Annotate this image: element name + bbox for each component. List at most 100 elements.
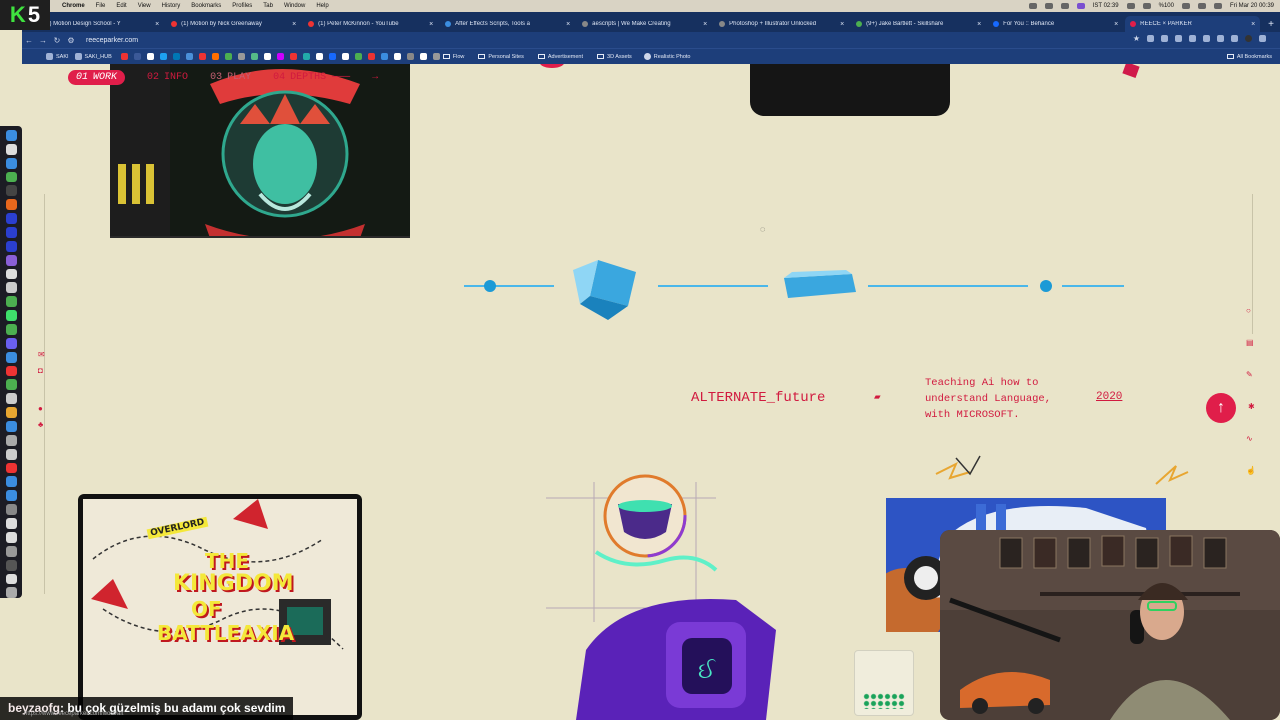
dropbox-icon[interactable]	[1060, 3, 1069, 9]
dock-app-icon[interactable]	[5, 531, 17, 543]
pencil-icon[interactable]: ✎	[1246, 370, 1253, 379]
sidebar-icon[interactable]	[1231, 35, 1238, 42]
dock-app-icon[interactable]	[5, 476, 17, 488]
bookmark-favicon-icon[interactable]	[354, 53, 362, 60]
control-center-icon[interactable]	[1213, 3, 1222, 9]
circle-outline-icon[interactable]: ○	[1246, 306, 1251, 315]
menu-profiles[interactable]: Profiles	[232, 3, 252, 9]
dock-app-icon[interactable]	[5, 337, 17, 349]
forward-icon[interactable]: →	[36, 36, 50, 45]
browser-tab[interactable]: After Effects Scripts, Tools a ×	[440, 16, 575, 32]
tab-close-icon[interactable]: ×	[1114, 21, 1118, 28]
back-icon[interactable]: ←	[22, 36, 36, 45]
dock-app-icon[interactable]	[5, 171, 17, 183]
menu-file[interactable]: File	[96, 3, 106, 9]
bookmark-favicon-icon[interactable]	[237, 53, 245, 60]
tab-close-icon[interactable]: ×	[292, 21, 296, 28]
pin-icon[interactable]: ●	[38, 404, 43, 413]
bookmark-favicon-icon[interactable]	[146, 53, 154, 60]
display-icon[interactable]	[1076, 3, 1085, 9]
url-field[interactable]: reeceparker.com	[86, 37, 138, 44]
bookmark-folder-3d-assets[interactable]: 3D Assets	[597, 54, 632, 60]
bookmark-favicon-icon[interactable]	[172, 53, 180, 60]
scroll-up-button[interactable]: ↑	[1206, 393, 1236, 423]
bookmark-favicon-icon[interactable]	[302, 53, 310, 60]
tab-close-icon[interactable]: ×	[566, 21, 570, 28]
bookmark-saki-hub[interactable]: SAKI_HUB	[74, 53, 112, 60]
menu-window[interactable]: Window	[284, 3, 305, 9]
mushroom-icon[interactable]: ♣	[38, 420, 43, 429]
dock-app-icon[interactable]	[5, 268, 17, 280]
profile-avatar[interactable]	[1245, 35, 1252, 42]
search-icon[interactable]	[1197, 3, 1206, 9]
tab-close-icon[interactable]: ×	[840, 21, 844, 28]
bookmark-favicon-icon[interactable]	[328, 53, 336, 60]
dock-app-icon[interactable]	[5, 324, 17, 335]
nav-info[interactable]: 02 INFO	[147, 72, 188, 83]
cup-and-tv-artwork[interactable]: ઈ	[546, 462, 786, 720]
dock-app-icon[interactable]	[5, 434, 17, 446]
film-icon[interactable]: ▤	[1246, 338, 1254, 347]
menu-view[interactable]: View	[138, 3, 151, 9]
bookmark-folder-flow[interactable]: Flow	[442, 54, 464, 60]
dock-app-icon[interactable]	[5, 157, 17, 169]
bookmark-favicon-icon[interactable]	[185, 53, 193, 60]
nav-arrow-icon[interactable]: →	[372, 72, 378, 83]
project-year[interactable]: 2020	[1096, 391, 1122, 403]
browser-tab[interactable]: REECE × PARKER ×	[1125, 16, 1261, 32]
menu-tab[interactable]: Tab	[263, 3, 273, 9]
dock-app-icon[interactable]	[5, 213, 17, 225]
dock-app-icon[interactable]	[5, 573, 17, 585]
dock-app-icon[interactable]	[5, 448, 17, 460]
extension-icon-4[interactable]	[1189, 35, 1196, 42]
bookmark-favicon-icon[interactable]	[159, 53, 167, 60]
volume-icon[interactable]	[1142, 3, 1151, 9]
bookmark-favicon-icon[interactable]	[367, 53, 375, 60]
reload-icon[interactable]: ↻	[50, 36, 64, 45]
browser-tab[interactable]: Photoshop + Illustrator Unlocked ×	[714, 16, 849, 32]
dock-app-icon[interactable]	[5, 407, 17, 419]
bookmark-favicon-icon[interactable]	[224, 53, 232, 60]
browser-tab[interactable]: For You :: Behance ×	[988, 16, 1123, 32]
menu-bookmarks[interactable]: Bookmarks	[191, 3, 221, 9]
browser-tab[interactable]: aescripts | We Make Creating ×	[577, 16, 712, 32]
nav-work[interactable]: 01 WORK	[68, 70, 126, 85]
bookmark-favicon-icon[interactable]	[133, 53, 141, 60]
bookmark-favicon-icon[interactable]	[289, 53, 297, 60]
dock-app-icon[interactable]	[5, 504, 17, 516]
site-info-icon[interactable]: ⚙	[64, 36, 78, 45]
tab-close-icon[interactable]: ×	[155, 21, 159, 28]
bookmark-folder-personal-sites[interactable]: Personal Sites	[478, 54, 524, 60]
bookmark-folder-advertisement[interactable]: Advertisement	[537, 54, 583, 60]
download-icon[interactable]	[1217, 35, 1224, 42]
dock-app-icon[interactable]	[5, 379, 17, 391]
bookmark-favicon-icon[interactable]	[276, 53, 284, 60]
dock-app-icon[interactable]	[5, 462, 17, 474]
bookmark-favicon-icon[interactable]	[406, 53, 414, 60]
menu-help[interactable]: Help	[316, 3, 328, 9]
dock-app-icon[interactable]	[5, 310, 17, 322]
dock-app-icon[interactable]	[5, 559, 17, 571]
bookmark-saki[interactable]: SAKI	[46, 53, 69, 60]
instagram-icon[interactable]: ◘	[38, 366, 43, 375]
nav-play[interactable]: 03 PLAY	[210, 72, 251, 83]
bookmark-favicon-icon[interactable]	[393, 53, 401, 60]
bookmark-favicon-icon[interactable]	[432, 53, 440, 60]
new-tab-button[interactable]: +	[1262, 19, 1280, 32]
laptop-mockup[interactable]: OVERLORD THE KINGDOM OF BATTLEAXIA	[78, 494, 362, 720]
dock-app-icon[interactable]	[5, 518, 17, 529]
all-bookmarks[interactable]: All Bookmarks	[1226, 54, 1272, 60]
browser-tab[interactable]: (1) Motion by Nick Greenaway ×	[166, 16, 301, 32]
dock-app-icon[interactable]	[5, 587, 17, 599]
bookmark-favicon-icon[interactable]	[120, 53, 128, 60]
dock-app-icon[interactable]	[5, 130, 17, 141]
poster-artwork[interactable]	[110, 64, 410, 238]
dock-app-icon[interactable]	[5, 185, 17, 197]
dock-app-icon[interactable]	[5, 490, 17, 502]
bluetooth-icon[interactable]	[1126, 3, 1135, 9]
bookmark-favicon-icon[interactable]	[341, 53, 349, 60]
dock-app-icon[interactable]	[5, 240, 17, 252]
tab-close-icon[interactable]: ×	[1251, 21, 1255, 28]
dock-app-icon[interactable]	[5, 227, 17, 238]
wave-icon[interactable]: ∿	[1246, 434, 1253, 443]
